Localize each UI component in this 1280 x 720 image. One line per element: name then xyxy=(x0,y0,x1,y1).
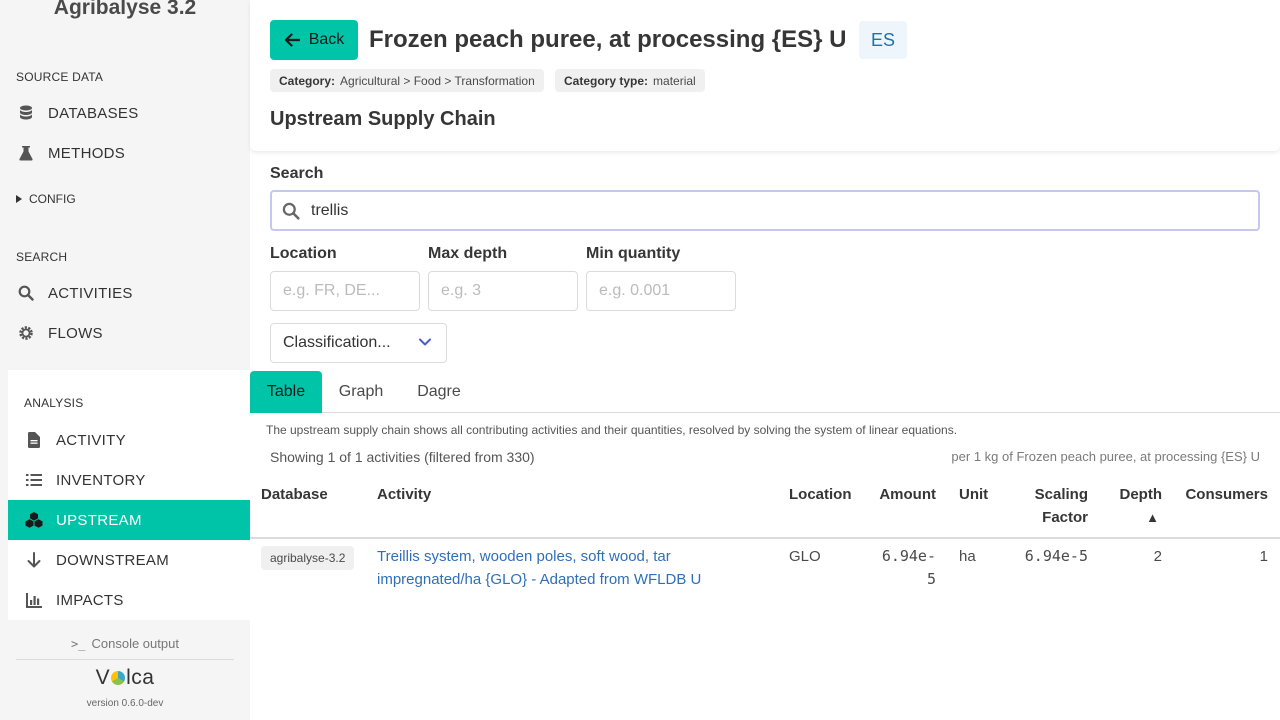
chevron-down-icon xyxy=(419,338,431,346)
app-title: Agribalyse 3.2 xyxy=(53,0,197,19)
search-input[interactable] xyxy=(311,201,1231,220)
sidebar-item-activities[interactable]: ACTIVITIES xyxy=(0,273,250,313)
document-icon xyxy=(24,430,44,450)
search-icon xyxy=(16,283,36,303)
column-header-amount[interactable]: Amount xyxy=(879,483,936,506)
view-tabs: Table Graph Dagre xyxy=(250,371,1280,413)
back-button[interactable]: Back xyxy=(270,20,358,60)
volca-logo: Vlca xyxy=(95,666,155,689)
cell-scaling-factor: 6.94e-5 xyxy=(1024,547,1088,565)
category-value: Agricultural > Food > Transformation xyxy=(340,73,535,88)
table-header-divider xyxy=(250,537,1280,539)
source-data-heading: SOURCE DATA xyxy=(16,70,104,84)
search-label: Search xyxy=(270,165,324,182)
category-type-tag: Category type: material xyxy=(555,69,705,92)
back-label: Back xyxy=(308,31,345,48)
cell-amount: 6.94e- 5 xyxy=(881,547,936,588)
sidebar-item-label: ACTIVITIES xyxy=(48,284,133,302)
arrow-left-icon xyxy=(284,33,300,47)
database-icon xyxy=(16,103,36,123)
sort-ascending-icon: ▲ xyxy=(1146,510,1159,525)
sidebar-item-label: METHODS xyxy=(48,144,126,162)
gear-icon xyxy=(16,323,36,343)
console-label: Console output xyxy=(91,636,179,651)
location-tag: ES xyxy=(859,21,908,59)
sidebar-item-methods[interactable]: METHODS xyxy=(0,133,250,173)
database-tag: agribalyse-3.2 xyxy=(261,546,355,570)
cell-depth: 2 xyxy=(1153,548,1162,565)
results-count: Showing 1 of 1 activities (filtered from… xyxy=(270,449,535,465)
location-label: Location xyxy=(270,245,337,262)
column-header-location[interactable]: Location xyxy=(789,483,852,506)
list-icon xyxy=(24,470,44,490)
column-header-activity[interactable]: Activity xyxy=(377,483,431,506)
analysis-heading: ANALYSIS xyxy=(24,396,84,410)
sidebar-item-activity[interactable]: ACTIVITY xyxy=(8,420,250,460)
max-depth-label: Max depth xyxy=(428,245,508,262)
sidebar: Agribalyse 3.2 SOURCE DATA DATABASES MET… xyxy=(0,0,250,720)
section-title: Upstream Supply Chain xyxy=(270,108,496,130)
classification-label: Classification... xyxy=(283,334,391,351)
location-input[interactable] xyxy=(270,271,420,311)
column-header-consumers[interactable]: Consumers xyxy=(1185,483,1268,506)
sidebar-item-label: FLOWS xyxy=(48,324,103,342)
sidebar-item-databases[interactable]: DATABASES xyxy=(0,93,250,133)
sidebar-item-label: IMPACTS xyxy=(56,591,124,609)
category-type-value: material xyxy=(653,73,696,88)
console-output-button[interactable]: >_ Console output xyxy=(16,628,234,660)
column-header-unit[interactable]: Unit xyxy=(959,483,988,506)
min-quantity-label: Min quantity xyxy=(586,245,681,262)
tab-dagre[interactable]: Dagre xyxy=(404,371,474,413)
category-type-key: Category type: xyxy=(564,73,649,88)
category-tag: Category: Agricultural > Food > Transfor… xyxy=(270,69,544,92)
cell-location: GLO xyxy=(789,548,821,565)
terminal-icon: >_ xyxy=(71,636,86,651)
category-key: Category: xyxy=(279,73,336,88)
config-label: CONFIG xyxy=(29,192,76,206)
flask-icon xyxy=(16,143,36,163)
max-depth-input[interactable] xyxy=(428,271,578,311)
classification-select[interactable]: Classification... xyxy=(270,323,447,363)
sidebar-item-label: DATABASES xyxy=(48,104,139,122)
cell-unit: ha xyxy=(959,548,976,565)
description-text: The upstream supply chain shows all cont… xyxy=(266,423,958,437)
min-quantity-input[interactable] xyxy=(586,271,736,311)
activity-link[interactable]: Treillis system, wooden poles, soft wood… xyxy=(377,545,727,591)
tab-graph[interactable]: Graph xyxy=(326,371,396,413)
sidebar-item-label: ACTIVITY xyxy=(56,431,126,449)
cubes-icon xyxy=(24,510,44,530)
page-title: Frozen peach puree, at processing {ES} U xyxy=(369,26,847,53)
bar-chart-icon xyxy=(24,590,44,610)
sidebar-item-downstream[interactable]: DOWNSTREAM xyxy=(8,540,250,580)
search-heading: SEARCH xyxy=(16,250,68,264)
search-icon xyxy=(282,202,300,225)
sidebar-item-label: DOWNSTREAM xyxy=(56,551,169,569)
reference-unit: per 1 kg of Frozen peach puree, at proce… xyxy=(951,449,1260,464)
analysis-section: ANALYSIS ACTIVITY INVENTORY UPSTREAM DOW… xyxy=(8,370,250,620)
version-text: version 0.6.0-dev xyxy=(86,698,164,709)
column-header-depth[interactable]: Depth ▲ xyxy=(1120,483,1163,529)
sidebar-item-label: UPSTREAM xyxy=(56,511,142,529)
column-header-scaling-factor[interactable]: Scaling Factor xyxy=(1035,483,1088,529)
sidebar-item-impacts[interactable]: IMPACTS xyxy=(8,580,250,620)
column-header-database[interactable]: Database xyxy=(261,483,328,506)
header-card: Back Frozen peach puree, at processing {… xyxy=(250,0,1280,151)
sidebar-item-label: INVENTORY xyxy=(56,471,146,489)
sidebar-item-upstream[interactable]: UPSTREAM xyxy=(8,500,250,540)
arrow-down-icon xyxy=(24,550,44,570)
tab-table[interactable]: Table xyxy=(250,371,322,413)
main-content: Back Frozen peach puree, at processing {… xyxy=(250,0,1280,720)
sidebar-item-flows[interactable]: FLOWS xyxy=(0,313,250,353)
sidebar-item-inventory[interactable]: INVENTORY xyxy=(8,460,250,500)
search-field[interactable] xyxy=(270,190,1260,231)
triangle-right-icon xyxy=(16,195,22,203)
cell-consumers: 1 xyxy=(1259,548,1268,565)
config-toggle[interactable]: CONFIG xyxy=(16,192,76,206)
